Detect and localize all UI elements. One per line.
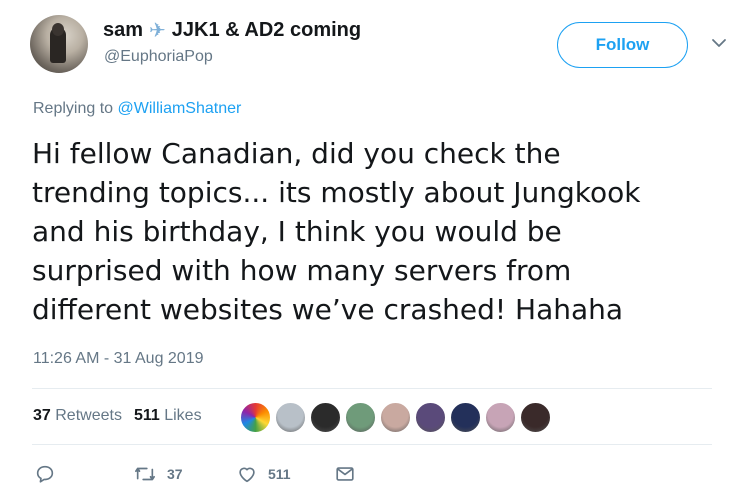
liker-avatar[interactable] (345, 402, 376, 433)
heart-icon (239, 467, 255, 483)
likes-stat[interactable]: 511 Likes (134, 407, 202, 425)
follow-button[interactable]: Follow (557, 22, 688, 68)
retweet-icon (135, 467, 155, 481)
liker-avatar[interactable] (240, 402, 271, 433)
timestamp[interactable]: 11:26 AM - 31 Aug 2019 (33, 350, 204, 368)
liker-avatar[interactable] (450, 402, 481, 433)
likes-count: 511 (133, 407, 160, 424)
airplane-icon: ✈ (149, 20, 166, 42)
like-button[interactable]: 511 (236, 460, 291, 488)
user-handle[interactable]: @EuphoriaPop (104, 48, 213, 66)
retweet-button[interactable]: 37 (133, 460, 183, 488)
likes-label: Likes (164, 407, 202, 424)
direct-message-button[interactable] (334, 460, 356, 488)
divider (32, 444, 712, 445)
tweet-text-line: Hi fellow Canadian, did you check the (32, 137, 561, 170)
display-name-suffix: JJK1 & AD2 coming (171, 19, 362, 41)
liker-avatar[interactable] (275, 402, 306, 433)
retweets-label: Retweets (55, 407, 122, 424)
tweet-text-line: different websites we’ve crashed! Hahaha (32, 293, 624, 326)
envelope-icon (336, 467, 354, 481)
tweet-text-line: surprised with how many servers from (32, 254, 572, 287)
tweet-text-line: trending topics... its mostly about Jung… (32, 176, 641, 209)
divider (32, 388, 712, 389)
display-name[interactable]: sam ✈ JJK1 & AD2 coming (103, 18, 361, 43)
likers-avatars (240, 402, 551, 433)
liker-avatar[interactable] (520, 402, 551, 433)
replying-prefix: Replying to (33, 100, 114, 117)
tweet-text: Hi fellow Canadian, did you check the tr… (32, 134, 722, 329)
tweet-text-line: and his birthday, I think you would be (32, 215, 562, 248)
avatar[interactable] (30, 15, 88, 73)
tweet-card: sam ✈ JJK1 & AD2 coming @EuphoriaPop Fol… (0, 0, 745, 498)
replying-to: Replying to @WilliamShatner (33, 100, 241, 118)
liker-avatar[interactable] (380, 402, 411, 433)
chevron-down-icon[interactable] (711, 37, 727, 49)
retweets-count: 37 (33, 407, 51, 424)
liker-avatar[interactable] (415, 402, 446, 433)
display-name-text: sam (103, 19, 144, 41)
liker-avatar[interactable] (485, 402, 516, 433)
like-count: 511 (268, 466, 291, 482)
engagement-stats: 37 Retweets 511 Likes (33, 407, 202, 425)
reply-mention-link[interactable]: @WilliamShatner (118, 100, 242, 117)
reply-icon (36, 465, 54, 483)
retweet-count: 37 (167, 466, 183, 482)
retweets-stat[interactable]: 37 Retweets (33, 407, 122, 425)
reply-button[interactable] (34, 460, 56, 488)
liker-avatar[interactable] (310, 402, 341, 433)
tweet-actions: 37 511 (0, 460, 745, 488)
